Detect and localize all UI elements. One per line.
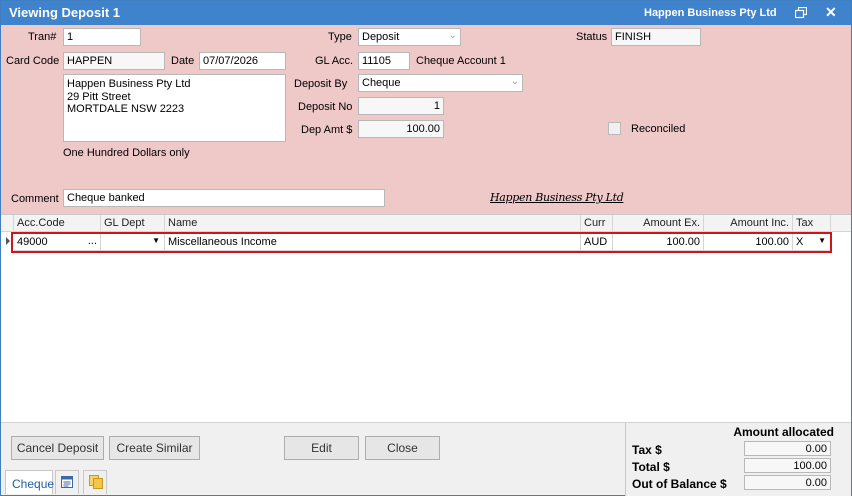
cell-gl-dept[interactable]: ▼ bbox=[101, 233, 165, 251]
cell-acc-code[interactable]: 49000 ... bbox=[14, 233, 101, 251]
gl-acc-name: Cheque Account 1 bbox=[416, 55, 506, 67]
tax-value: X bbox=[796, 236, 804, 248]
column-gl-dept[interactable]: GL Dept bbox=[101, 215, 165, 232]
tab-cheque[interactable]: Cheque bbox=[5, 470, 54, 494]
card-code-field[interactable]: HAPPEN bbox=[63, 52, 165, 70]
grid-header: Acc.Code GL Dept Name Curr Amount Ex. Am… bbox=[1, 215, 851, 232]
deposit-by-select[interactable]: Cheque ⌄ bbox=[358, 74, 523, 92]
address-line-1: Happen Business Pty Ltd bbox=[67, 78, 191, 90]
comment-label: Comment bbox=[11, 193, 59, 205]
tab-notes[interactable] bbox=[55, 470, 79, 494]
address-line-2: 29 Pitt Street bbox=[67, 90, 131, 103]
gl-acc-field[interactable]: 11105 bbox=[358, 52, 410, 70]
acc-code-value: 49000 bbox=[17, 236, 48, 248]
lookup-ellipsis-button[interactable]: ... bbox=[88, 235, 97, 247]
address-memo[interactable]: Happen Business Pty Ltd 29 Pitt Street M… bbox=[63, 74, 286, 142]
type-select[interactable]: Deposit ⌄ bbox=[358, 28, 461, 46]
notes-icon bbox=[60, 476, 74, 492]
column-amount-ex[interactable]: Amount Ex. bbox=[613, 215, 704, 232]
deposit-by-label: Deposit By bbox=[294, 78, 348, 90]
documents-icon bbox=[88, 475, 104, 492]
deposit-no-label: Deposit No bbox=[298, 101, 353, 113]
title-bar: Viewing Deposit 1 Happen Business Pty Lt… bbox=[1, 1, 851, 25]
tax-label: Tax $ bbox=[632, 443, 662, 457]
close-icon[interactable]: ✕ bbox=[825, 4, 837, 20]
restore-icon[interactable] bbox=[794, 6, 808, 19]
date-field[interactable]: 07/07/2026 bbox=[199, 52, 286, 70]
reconciled-checkbox[interactable] bbox=[608, 122, 621, 135]
tran-label: Tran# bbox=[28, 31, 57, 43]
deposit-no-field[interactable]: 1 bbox=[358, 97, 444, 115]
column-name[interactable]: Name bbox=[165, 215, 581, 232]
address-line-3: MORTDALE NSW 2223 bbox=[67, 103, 185, 115]
dep-amt-field[interactable]: 100.00 bbox=[358, 120, 444, 138]
column-amount-inc[interactable]: Amount Inc. bbox=[704, 215, 793, 232]
dropdown-arrow-icon[interactable]: ▼ bbox=[152, 236, 160, 245]
out-of-balance-value: 0.00 bbox=[744, 475, 831, 490]
tran-field[interactable]: 1 bbox=[63, 28, 141, 46]
cell-amount-ex[interactable]: 100.00 bbox=[613, 233, 704, 251]
out-of-balance-label: Out of Balance $ bbox=[632, 477, 727, 491]
card-code-label: Card Code bbox=[6, 55, 60, 67]
edit-button[interactable]: Edit bbox=[284, 436, 359, 460]
total-value: 100.00 bbox=[744, 458, 831, 473]
chevron-down-icon: ⌄ bbox=[510, 76, 519, 87]
amount-in-words: One Hundred Dollars only bbox=[63, 147, 190, 159]
deposit-by-value: Cheque bbox=[362, 77, 401, 89]
date-label: Date bbox=[171, 55, 195, 67]
signature: Happen Business Pty Ltd bbox=[490, 191, 624, 204]
create-similar-button[interactable]: Create Similar bbox=[109, 436, 200, 460]
status-field[interactable]: FINISH bbox=[611, 28, 701, 46]
deposit-lines-grid: Acc.Code GL Dept Name Curr Amount Ex. Am… bbox=[1, 214, 851, 422]
amount-allocated-panel: Amount allocated Tax $ 0.00 Total $ 100.… bbox=[625, 423, 851, 496]
chevron-down-icon: ⌄ bbox=[448, 30, 457, 41]
dep-amt-label: Dep Amt $ bbox=[301, 124, 353, 136]
bottom-panel: Cancel Deposit Create Similar Edit Close… bbox=[1, 422, 851, 496]
deposit-header-form: Tran# 1 Type Deposit ⌄ Status FINISH Car… bbox=[1, 25, 851, 214]
window-title: Viewing Deposit 1 bbox=[9, 5, 121, 20]
comment-field[interactable]: Cheque banked bbox=[63, 189, 385, 207]
column-curr[interactable]: Curr bbox=[581, 215, 613, 232]
tax-value: 0.00 bbox=[744, 441, 831, 456]
total-label: Total $ bbox=[632, 460, 670, 474]
close-button[interactable]: Close bbox=[365, 436, 440, 460]
tab-documents[interactable] bbox=[83, 470, 107, 494]
type-value: Deposit bbox=[362, 31, 400, 43]
gl-acc-label: GL Acc. bbox=[315, 55, 354, 67]
grid-header-indicator bbox=[1, 215, 14, 232]
cell-curr[interactable]: AUD bbox=[581, 233, 613, 251]
cell-tax[interactable]: X ▼ bbox=[793, 233, 831, 251]
cell-name[interactable]: Miscellaneous Income bbox=[165, 233, 581, 251]
dropdown-arrow-icon[interactable]: ▼ bbox=[818, 236, 826, 245]
table-row[interactable]: 49000 ... ▼ Miscellaneous Income AUD 100… bbox=[1, 233, 851, 251]
amount-allocated-title: Amount allocated bbox=[733, 425, 834, 439]
deposit-window: Viewing Deposit 1 Happen Business Pty Lt… bbox=[0, 0, 852, 496]
company-name: Happen Business Pty Ltd bbox=[644, 7, 777, 19]
column-acc-code[interactable]: Acc.Code bbox=[14, 215, 101, 232]
cancel-deposit-button[interactable]: Cancel Deposit bbox=[11, 436, 104, 460]
status-label: Status bbox=[576, 31, 608, 43]
type-label: Type bbox=[328, 31, 352, 43]
cell-amount-inc[interactable]: 100.00 bbox=[704, 233, 793, 251]
column-tax[interactable]: Tax bbox=[793, 215, 831, 232]
reconciled-label: Reconciled bbox=[631, 123, 686, 135]
